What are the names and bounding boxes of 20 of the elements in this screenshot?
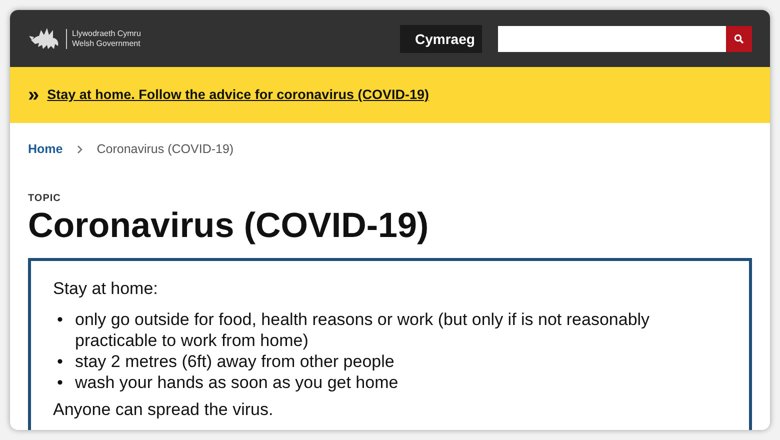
notice-text: Anyone can spread the virus. — [53, 399, 274, 422]
search-icon — [734, 34, 744, 44]
bullet-icon: • — [53, 351, 75, 372]
breadcrumb-current: Coronavirus (COVID-19) — [96, 141, 234, 158]
logo-text: Welsh Government — [72, 38, 141, 48]
bullet-item: wash your hands as soon as you get home — [75, 372, 398, 394]
bullet-icon: • — [53, 309, 75, 352]
bullet-icon: • — [53, 372, 75, 394]
bullet-item: only go outside for food, health reasons or work (but only if is not reasonably practicable to work from home) — [75, 309, 651, 352]
notice-intro: Stay at home: — [53, 278, 159, 300]
page-title: Coronavirus (COVID-19) — [28, 206, 430, 246]
chevron-icon — [76, 144, 83, 154]
topic-label: TOPIC — [28, 192, 62, 206]
chevrons-icon: » — [28, 85, 40, 105]
banner-link[interactable]: Stay at home. Follow the advice for coronavirus (COVID-19) — [47, 84, 429, 106]
bullet-item: stay 2 metres (6ft) away from other people — [75, 351, 394, 372]
breadcrumb-link[interactable]: Home — [28, 140, 63, 159]
search-button[interactable] — [726, 26, 752, 52]
language-button[interactable]: Cymraeg — [400, 24, 482, 52]
logo-text: Llywodraeth Cymru — [72, 28, 141, 38]
